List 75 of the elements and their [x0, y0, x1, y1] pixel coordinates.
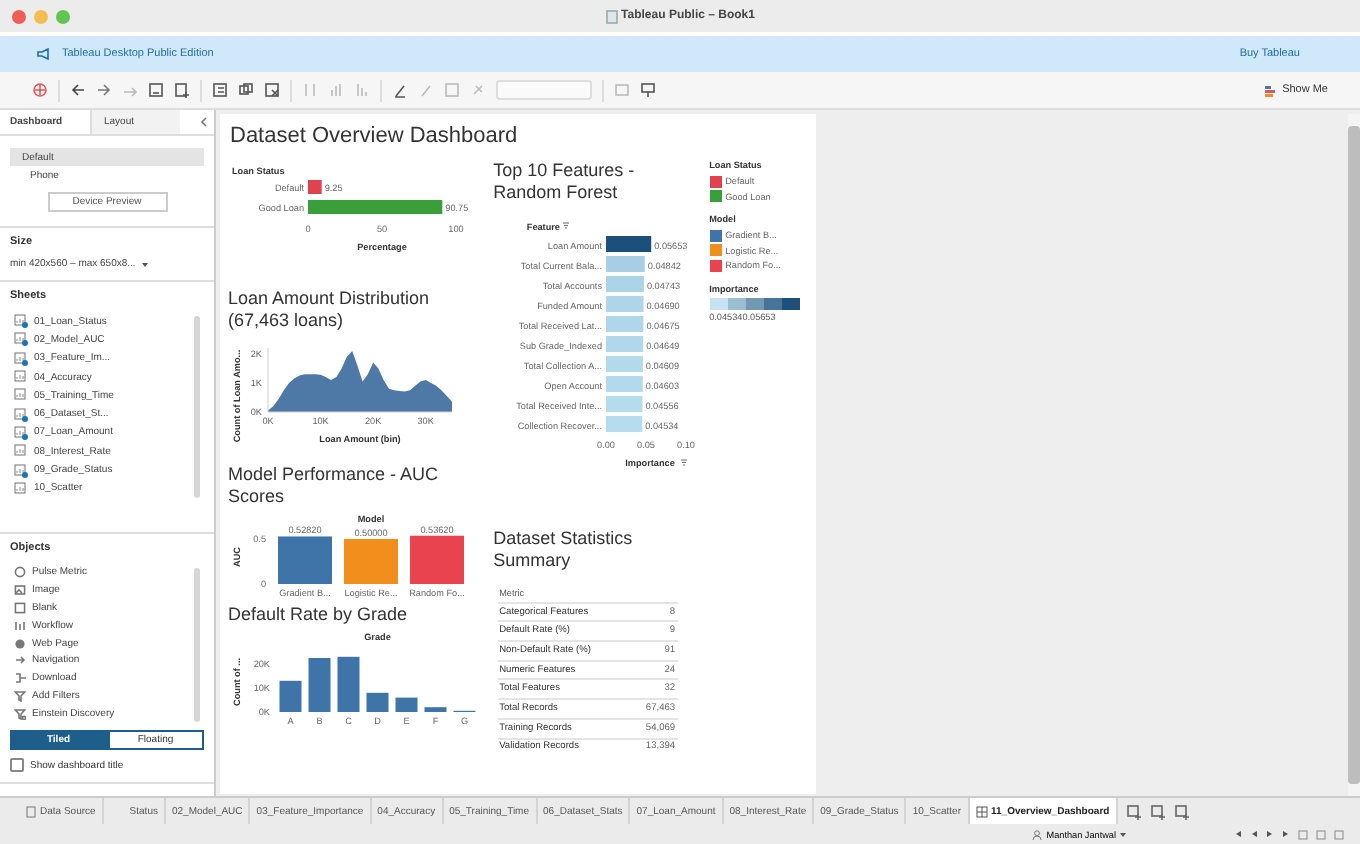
- bar: [605, 416, 642, 432]
- blank-icon: [14, 601, 26, 614]
- grid-view-icon[interactable]: [1298, 829, 1308, 839]
- clear-sheet-icon[interactable]: [264, 82, 280, 98]
- metric-icon: [14, 566, 26, 579]
- checkbox[interactable]: [10, 758, 24, 773]
- bar: [605, 376, 642, 392]
- forward-arrow-icon[interactable]: [96, 82, 112, 98]
- film-view-icon[interactable]: [1334, 829, 1344, 839]
- sort-icon[interactable]: [562, 223, 569, 228]
- bar: [279, 680, 302, 712]
- first-page-icon[interactable]: [1234, 830, 1242, 838]
- bar: [395, 697, 418, 712]
- back-arrow-icon[interactable]: [70, 82, 86, 98]
- close-button[interactable]: [12, 9, 26, 23]
- workflow-icon: [14, 619, 26, 632]
- bar: [278, 536, 332, 584]
- caret-icon: [141, 261, 148, 267]
- new-worksheet-icon[interactable]: [1125, 803, 1142, 819]
- save-icon[interactable]: [148, 82, 164, 98]
- previous-page-icon[interactable]: [1250, 830, 1258, 838]
- bar: [605, 296, 643, 312]
- download-icon: [14, 672, 26, 685]
- new-data-source-icon[interactable]: [174, 82, 190, 98]
- chart-title: Default Rate by Grade: [228, 604, 410, 626]
- bar: [410, 535, 464, 584]
- bar: [605, 276, 644, 292]
- redo-icon[interactable]: [122, 82, 138, 98]
- bar: [308, 200, 443, 214]
- bar: [424, 707, 447, 712]
- sort-icon[interactable]: [680, 460, 687, 465]
- pin-icon[interactable]: [470, 82, 486, 98]
- bar: [605, 336, 643, 352]
- new-dashboard-icon[interactable]: [1149, 803, 1166, 819]
- globe-icon: [14, 637, 26, 650]
- dashboard-icon: [975, 805, 987, 817]
- scrollbar[interactable]: [1348, 114, 1360, 796]
- database-icon: [26, 805, 36, 817]
- bar: [605, 236, 651, 252]
- chart-title: Top 10 Features - Random Forest: [493, 160, 637, 204]
- bar: [366, 692, 389, 712]
- presentation-icon[interactable]: [640, 82, 656, 98]
- chart-title: Model Performance - AUC Scores: [228, 464, 441, 508]
- caret-icon: [1120, 831, 1126, 837]
- bar: [605, 356, 643, 372]
- user-icon: [1032, 829, 1043, 839]
- chart-icon: [1264, 83, 1279, 97]
- chart-title: Loan Amount Distribution (67,463 loans): [228, 288, 432, 332]
- new-story-icon[interactable]: [1173, 803, 1190, 819]
- bar: [605, 316, 643, 332]
- document-icon: [605, 9, 618, 23]
- bar: [337, 656, 360, 712]
- scrollbar[interactable]: [194, 568, 200, 723]
- new-worksheet-icon[interactable]: [212, 82, 228, 98]
- bar: [605, 256, 644, 272]
- discovery-icon: [14, 707, 26, 720]
- bar: [308, 180, 322, 194]
- bar: [344, 539, 398, 584]
- navigation-icon: [14, 654, 26, 667]
- last-page-icon[interactable]: [1282, 830, 1290, 838]
- scrollbar[interactable]: [194, 316, 200, 498]
- list-view-icon[interactable]: [1316, 829, 1326, 839]
- announcement-icon: [36, 48, 50, 60]
- bar: [308, 658, 331, 712]
- duplicate-icon[interactable]: [238, 82, 254, 98]
- chart-title: Dataset Statistics Summary: [493, 528, 635, 572]
- filter-icon: [14, 689, 26, 702]
- next-page-icon[interactable]: [1266, 830, 1274, 838]
- highlight-icon[interactable]: [392, 82, 408, 98]
- dashboard-title: Dataset Overview Dashboard: [230, 124, 520, 148]
- collapse-chevron-icon[interactable]: [200, 116, 208, 128]
- image-icon: [14, 584, 26, 597]
- zoom-button[interactable]: [56, 9, 70, 23]
- bar: [605, 396, 642, 412]
- tableau-logo-icon[interactable]: [32, 82, 48, 98]
